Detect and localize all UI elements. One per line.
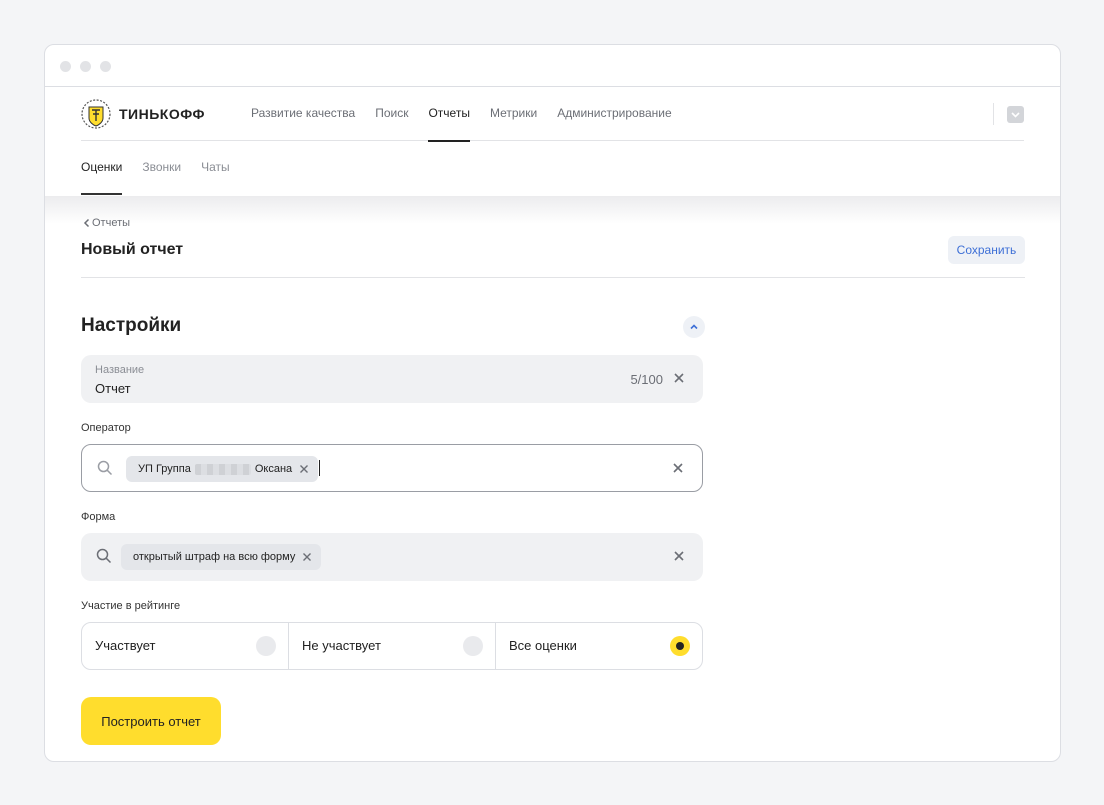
radio-not-participates[interactable]: Не участвует: [289, 623, 496, 669]
close-icon[interactable]: [671, 370, 687, 386]
main-nav: Развитие качества Поиск Отчеты Метрики А…: [251, 87, 692, 142]
search-icon: [96, 548, 112, 564]
close-icon[interactable]: [671, 548, 687, 564]
radio-label: Не участвует: [302, 638, 381, 653]
radio-button[interactable]: [463, 636, 483, 656]
operator-chip-suffix: Оксана: [254, 463, 293, 475]
window-titlebar: [45, 45, 1060, 87]
radio-label: Участвует: [95, 638, 156, 653]
name-field-value[interactable]: Отчет: [95, 381, 131, 396]
tab-calls[interactable]: Звонки: [142, 141, 181, 197]
name-field[interactable]: Название Отчет 5/100: [81, 355, 703, 403]
collapse-button[interactable]: [683, 316, 705, 338]
chevron-left-icon: [83, 218, 90, 228]
page-title: Новый отчет: [81, 241, 184, 258]
window-dot-maximize[interactable]: [100, 61, 111, 72]
close-icon[interactable]: [670, 460, 686, 476]
brand-name: ТИНЬКОФФ: [119, 106, 205, 122]
section-title: Настройки: [81, 315, 182, 336]
form-label: Форма: [81, 511, 116, 523]
browser-window: ТИНЬКОФФ Развитие качества Поиск Отчеты …: [44, 44, 1061, 762]
rating-label: Участие в рейтинге: [81, 600, 181, 612]
save-button[interactable]: Сохранить: [948, 236, 1025, 264]
header-divider: [993, 103, 994, 125]
close-icon[interactable]: [298, 463, 310, 475]
name-field-label: Название: [95, 364, 145, 376]
operator-chip[interactable]: УП Группа Оксана: [126, 456, 319, 482]
rating-radio-group: Участвует Не участвует Все оценки: [81, 622, 703, 670]
window-dot-close[interactable]: [60, 61, 71, 72]
chevron-up-icon: [690, 324, 698, 330]
search-icon: [97, 460, 113, 476]
nav-item-search[interactable]: Поиск: [375, 87, 408, 141]
sub-nav: Оценки Звонки Чаты: [81, 141, 250, 197]
page-divider: [81, 277, 1025, 278]
header-shadow: [45, 196, 1060, 224]
logo-icon: [81, 99, 111, 129]
build-report-button[interactable]: Построить отчет: [81, 697, 221, 745]
radio-participates[interactable]: Участвует: [82, 623, 289, 669]
operator-field[interactable]: УП Группа Оксана: [81, 444, 703, 492]
tab-ratings[interactable]: Оценки: [81, 141, 123, 197]
nav-item-quality[interactable]: Развитие качества: [251, 87, 355, 141]
form-chip-label: открытый штраф на всю форму: [133, 551, 296, 563]
chevron-down-icon: [1011, 112, 1020, 118]
radio-all-ratings[interactable]: Все оценки: [496, 623, 702, 669]
operator-chip-prefix: УП Группа: [138, 463, 191, 475]
close-icon[interactable]: [301, 551, 313, 563]
back-link-label: Отчеты: [92, 217, 131, 229]
nav-item-admin[interactable]: Администрирование: [557, 87, 671, 141]
nav-item-reports[interactable]: Отчеты: [428, 87, 471, 142]
text-caret: [319, 460, 320, 476]
avatar[interactable]: [1007, 106, 1024, 123]
back-link[interactable]: Отчеты: [82, 217, 130, 229]
name-field-counter: 5/100: [630, 372, 663, 387]
nav-item-metrics[interactable]: Метрики: [490, 87, 537, 141]
radio-button-selected[interactable]: [670, 636, 690, 656]
window-dot-minimize[interactable]: [80, 61, 91, 72]
operator-label: Оператор: [81, 422, 131, 434]
app-header: ТИНЬКОФФ Развитие качества Поиск Отчеты …: [81, 87, 1024, 142]
redacted-text: [194, 463, 251, 475]
tab-chats[interactable]: Чаты: [201, 141, 230, 197]
radio-label: Все оценки: [509, 638, 577, 653]
radio-button[interactable]: [256, 636, 276, 656]
form-field[interactable]: открытый штраф на всю форму: [81, 533, 703, 581]
brand-logo[interactable]: ТИНЬКОФФ: [81, 99, 205, 129]
form-chip[interactable]: открытый штраф на всю форму: [121, 544, 322, 570]
